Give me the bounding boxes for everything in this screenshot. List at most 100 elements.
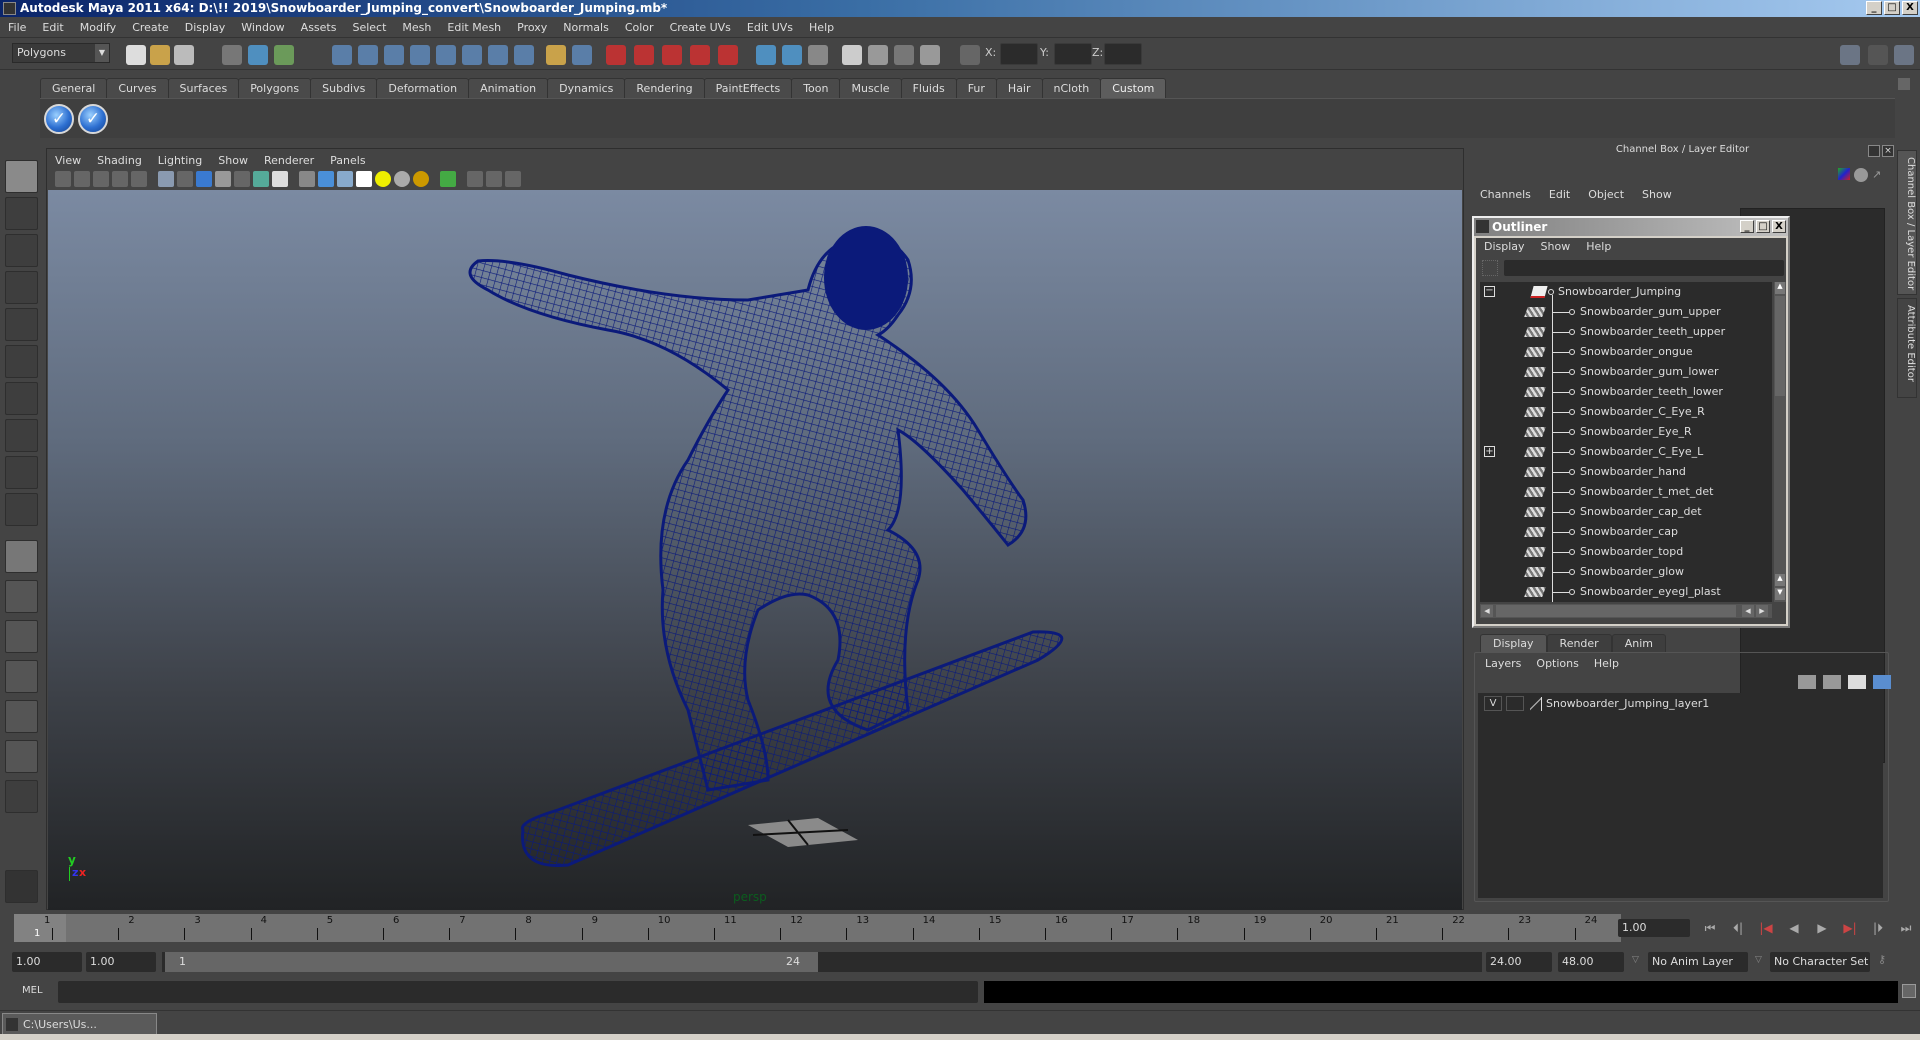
smooth-shade-icon[interactable] — [318, 171, 334, 187]
outliner-item[interactable]: Snowboarder_eyegl_plast — [1480, 582, 1770, 602]
end-time-field[interactable]: 48.00 — [1558, 952, 1624, 972]
side-tab-channel-box[interactable]: Channel Box / Layer Editor — [1897, 150, 1917, 295]
channel-edit-menu[interactable]: Edit — [1549, 188, 1570, 201]
checkmark-icon[interactable]: ✓ — [44, 104, 74, 134]
layer-tab-anim[interactable]: Anim — [1611, 634, 1666, 652]
grid-icon[interactable] — [158, 171, 174, 187]
channels-menu[interactable]: Channels — [1480, 188, 1531, 201]
shelf-tab-ncloth[interactable]: nCloth — [1041, 78, 1102, 98]
close-button[interactable]: X — [1902, 1, 1918, 15]
move-layer-up-icon[interactable] — [1798, 675, 1816, 689]
key-icon[interactable]: ⚷ — [1878, 953, 1886, 966]
shelf-tab-animation[interactable]: Animation — [468, 78, 549, 98]
film-gate-icon[interactable] — [177, 171, 193, 187]
snap-to-curves-icon[interactable] — [634, 45, 654, 65]
outliner-item[interactable]: Snowboarder_ongue — [1480, 342, 1770, 362]
layer-type-toggle[interactable] — [1506, 696, 1524, 711]
snap-to-live-icon[interactable] — [718, 45, 738, 65]
layer-visibility-toggle[interactable]: V — [1484, 696, 1502, 711]
lock-icon[interactable] — [546, 45, 566, 65]
menu-window[interactable]: Window — [241, 21, 284, 34]
resolution-gate-icon[interactable] — [196, 171, 212, 187]
shelf-tab-rendering[interactable]: Rendering — [624, 78, 705, 98]
ipr-render-icon[interactable] — [894, 45, 914, 65]
outliner-help-menu[interactable]: Help — [1586, 240, 1611, 253]
viewport-menu-panels[interactable]: Panels — [330, 154, 365, 167]
menu-assets[interactable]: Assets — [301, 21, 337, 34]
outliner-item[interactable]: + Snowboarder_C_Eye_L — [1480, 442, 1770, 462]
safe-action-icon[interactable] — [253, 171, 269, 187]
hypershade-persp-layout-icon[interactable] — [5, 700, 38, 733]
use-all-lights-icon[interactable] — [375, 171, 391, 187]
menu-set-dropdown[interactable]: Polygons ▼ — [12, 43, 110, 63]
scroll-up-icon[interactable]: ▲ — [1775, 282, 1785, 294]
outliner-filter-input[interactable] — [1504, 260, 1784, 276]
menu-edit-mesh[interactable]: Edit Mesh — [447, 21, 501, 34]
shading-ball-icon[interactable] — [1854, 168, 1868, 182]
character-set-chevron-icon[interactable]: ▽ — [1755, 955, 1762, 965]
menu-proxy[interactable]: Proxy — [517, 21, 547, 34]
step-forward-frame-icon[interactable]: |⏵ — [1868, 919, 1888, 937]
new-scene-icon[interactable] — [126, 45, 146, 65]
layer-tab-render[interactable]: Render — [1546, 634, 1612, 652]
scale-tool-icon[interactable] — [5, 345, 38, 378]
menu-color[interactable]: Color — [625, 21, 654, 34]
go-to-start-icon[interactable]: ⏮ — [1700, 919, 1720, 937]
wireframe-icon[interactable] — [299, 171, 315, 187]
menu-file[interactable]: File — [8, 21, 26, 34]
outliner-item-root[interactable]: − Snowboarder_Jumping — [1480, 282, 1770, 302]
options-menu[interactable]: Options — [1536, 657, 1578, 670]
input-ops-icon[interactable] — [488, 45, 508, 65]
menu-edit-uvs[interactable]: Edit UVs — [747, 21, 793, 34]
shelf-tab-dynamics[interactable]: Dynamics — [547, 78, 626, 98]
textured-icon[interactable] — [356, 171, 372, 187]
outliner-item[interactable]: Snowboarder_topd — [1480, 542, 1770, 562]
character-set-field[interactable]: No Character Set — [1770, 952, 1870, 972]
scroll-left-icon[interactable]: ◀ — [1742, 605, 1754, 617]
shelf-tab-subdivs[interactable]: Subdivs — [310, 78, 378, 98]
arrow-icon[interactable]: ↗ — [1872, 168, 1886, 182]
collapse-icon[interactable]: − — [1484, 286, 1495, 297]
menu-select[interactable]: Select — [352, 21, 386, 34]
isolate-select-icon[interactable] — [440, 171, 456, 187]
script-editor-icon[interactable] — [1902, 984, 1916, 998]
menu-normals[interactable]: Normals — [563, 21, 609, 34]
shelf-tab-fur[interactable]: Fur — [955, 78, 997, 98]
open-scene-icon[interactable] — [150, 45, 170, 65]
select-by-hierarchy-icon[interactable] — [222, 45, 242, 65]
channel-object-menu[interactable]: Object — [1588, 188, 1624, 201]
layer-help-menu[interactable]: Help — [1594, 657, 1619, 670]
y-field[interactable] — [1054, 43, 1092, 65]
x-field[interactable] — [1000, 43, 1038, 65]
axis-manipulator-icon[interactable] — [1838, 168, 1850, 180]
camera-icon[interactable] — [55, 171, 71, 187]
layer-tab-display[interactable]: Display — [1480, 634, 1547, 652]
shelf-tab-toon[interactable]: Toon — [791, 78, 841, 98]
paint-select-tool-icon[interactable] — [5, 234, 38, 267]
shadows-icon[interactable] — [394, 171, 410, 187]
soft-modification-tool-icon[interactable] — [5, 419, 38, 452]
magnet-icon[interactable] — [606, 45, 626, 65]
outliner-item[interactable]: Snowboarder_glow — [1480, 562, 1770, 582]
create-empty-layer-icon[interactable] — [1848, 675, 1866, 689]
scroll-thumb[interactable] — [1496, 605, 1736, 617]
command-input[interactable] — [58, 981, 978, 1003]
outliner-horizontal-scrollbar[interactable]: ◀ ◀ ▶ — [1480, 604, 1772, 618]
outputs-icon[interactable] — [782, 45, 802, 65]
outliner-item[interactable]: Snowboarder_Eye_R — [1480, 422, 1770, 442]
help-icon[interactable] — [514, 45, 534, 65]
channel-box-toggle-icon[interactable] — [1894, 45, 1914, 65]
menu-edit[interactable]: Edit — [42, 21, 63, 34]
maximize-button[interactable]: □ — [1884, 1, 1900, 15]
viewport-menu-renderer[interactable]: Renderer — [264, 154, 314, 167]
transform-mode-icon[interactable] — [960, 45, 980, 65]
xray-components-icon[interactable] — [505, 171, 521, 187]
snap-point-icon[interactable] — [384, 45, 404, 65]
outliner-item[interactable]: Snowboarder_gum_lower — [1480, 362, 1770, 382]
outliner-show-menu[interactable]: Show — [1541, 240, 1571, 253]
scroll-left-icon[interactable]: ◀ — [1481, 605, 1493, 617]
outliner-display-menu[interactable]: Display — [1484, 240, 1525, 253]
construction-history-icon[interactable] — [462, 45, 482, 65]
high-quality-icon[interactable] — [413, 171, 429, 187]
scroll-thumb[interactable] — [1775, 296, 1785, 396]
